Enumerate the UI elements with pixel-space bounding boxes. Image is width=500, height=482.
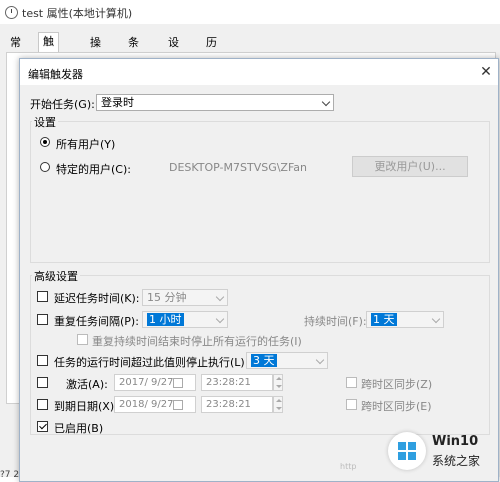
chevron-down-icon [215, 314, 225, 324]
watermark-faint-text: http [340, 462, 357, 471]
stop-if-longer-label: 任务的运行时间超过此值则停止执行(L): [54, 356, 249, 369]
expire-checkbox[interactable] [37, 399, 48, 410]
expire-date-value: 2018/ 9/27 [119, 399, 174, 410]
dialog-title: 编辑触发器 [28, 68, 83, 81]
activate-checkbox[interactable] [37, 377, 48, 388]
activate-date-value: 2017/ 9/27 [119, 377, 174, 388]
tab-history[interactable]: 历史记录(已禁用) [202, 34, 225, 157]
properties-title: test 属性(本地计算机) [22, 7, 133, 20]
tab-conditions[interactable]: 条件 [124, 34, 143, 67]
tab-actions[interactable]: 操作 [86, 34, 105, 67]
close-icon[interactable]: ✕ [476, 62, 496, 82]
activate-date-picker[interactable]: 2017/ 9/27 [114, 374, 196, 391]
specific-user-radio[interactable] [40, 162, 50, 172]
calendar-icon [173, 378, 183, 388]
stop-if-longer-checkbox[interactable] [37, 355, 48, 366]
activate-label: 激活(A): [66, 378, 108, 391]
chevron-down-icon [431, 314, 441, 324]
tab-triggers[interactable]: 触发器 [38, 32, 59, 84]
activate-sync-label: 跨时区同步(Z) [361, 378, 433, 391]
change-user-button[interactable]: 更改用户(U)... [352, 156, 468, 177]
expire-sync-checkbox[interactable] [346, 399, 357, 410]
settings-group-label: 设置 [32, 114, 58, 130]
start-task-value: 登录时 [101, 96, 134, 109]
expire-time-value: 23:28:21 [206, 399, 251, 410]
activate-time-spinner[interactable] [273, 374, 283, 391]
tab-general[interactable]: 常规 [6, 34, 25, 67]
all-users-radio[interactable] [40, 137, 50, 147]
expire-time-input[interactable]: 23:28:21 [201, 396, 273, 413]
delay-select[interactable]: 15 分钟 [142, 289, 228, 306]
expire-label: 到期日期(X): [54, 400, 118, 413]
calendar-icon [173, 400, 183, 410]
advanced-group-label: 高级设置 [32, 268, 80, 284]
repeat-checkbox[interactable] [37, 314, 48, 325]
activate-time-input[interactable]: 23:28:21 [201, 374, 273, 391]
windows-logo-icon [398, 442, 416, 460]
enabled-label: 已启用(B) [54, 422, 104, 435]
dialog-title-bar: 编辑触发器 ✕ [20, 59, 498, 85]
activate-sync-checkbox[interactable] [346, 377, 357, 388]
duration-value: 1 天 [371, 313, 397, 326]
edit-trigger-dialog: 编辑触发器 ✕ 开始任务(G): 登录时 设置 所有用户(Y) 特定的用户(C)… [19, 58, 499, 482]
stop-if-longer-select[interactable]: 3 天 [246, 352, 328, 369]
stop-all-label: 重复持续时间结束时停止所有运行的任务(I) [92, 335, 302, 348]
repeat-value: 1 小时 [147, 313, 184, 326]
chevron-down-icon [215, 292, 225, 302]
repeat-select[interactable]: 1 小时 [142, 311, 228, 328]
expire-time-spinner[interactable] [273, 396, 283, 413]
task-clock-icon [5, 6, 18, 19]
chevron-down-icon [321, 97, 331, 107]
all-users-label: 所有用户(Y) [56, 138, 116, 151]
enabled-checkbox[interactable] [37, 421, 48, 432]
delay-checkbox[interactable] [37, 291, 48, 302]
watermark-brand: Win10 [432, 434, 479, 449]
repeat-label: 重复任务间隔(P): [54, 315, 139, 328]
expire-date-picker[interactable]: 2018/ 9/27 [114, 396, 196, 413]
properties-title-bar: test 属性(本地计算机) [0, 0, 500, 24]
start-task-select[interactable]: 登录时 [96, 94, 334, 111]
activate-time-value: 23:28:21 [206, 377, 251, 388]
watermark-subtitle: 系统之家 [432, 454, 481, 468]
duration-label: 持续时间(F): [304, 315, 367, 328]
stop-if-longer-value: 3 天 [251, 354, 277, 367]
delay-label: 延迟任务时间(K): [54, 292, 140, 305]
start-task-label: 开始任务(G): [30, 98, 95, 111]
delay-value: 15 分钟 [147, 291, 187, 304]
duration-select[interactable]: 1 天 [366, 311, 444, 328]
specific-user-label: 特定的用户(C): [56, 163, 131, 176]
chevron-down-icon [315, 355, 325, 365]
stop-all-checkbox[interactable] [77, 334, 88, 345]
expire-sync-label: 跨时区同步(E) [361, 400, 432, 413]
user-name-text: DESKTOP-M7STVSG\ZFan [169, 161, 307, 174]
tab-settings[interactable]: 设置 [164, 34, 183, 67]
